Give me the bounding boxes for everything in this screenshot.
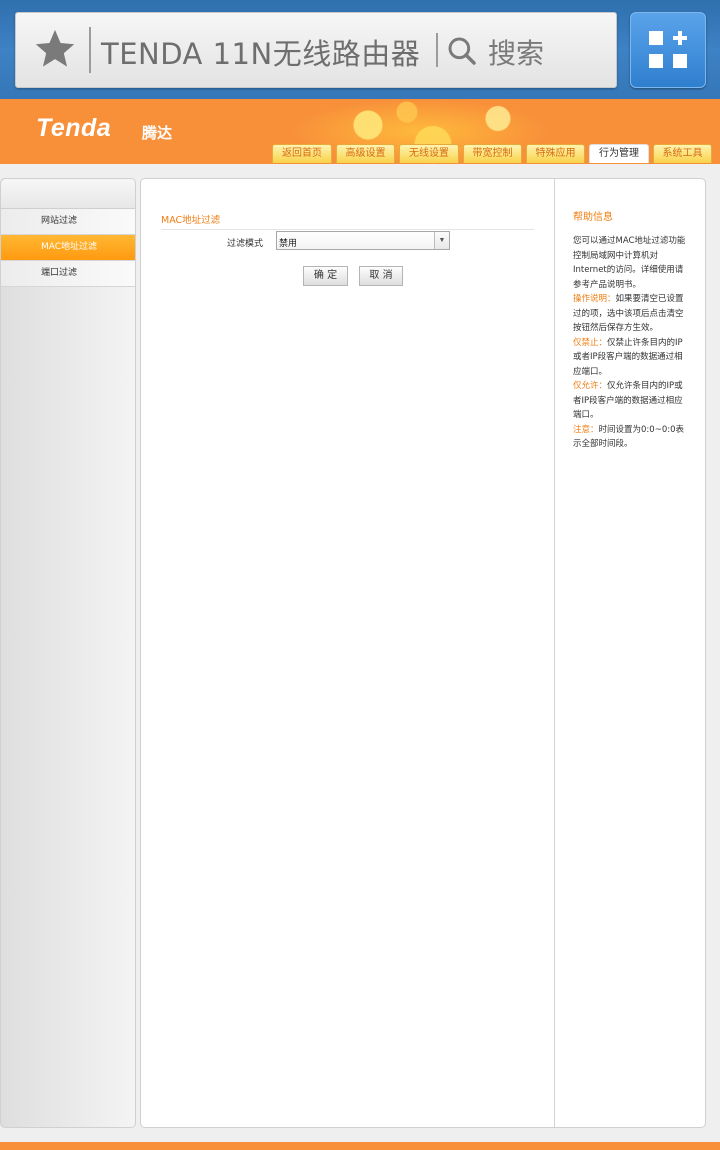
tenda-logo: Tenda xyxy=(36,114,112,142)
help-allow-keyword: 仅允许： xyxy=(573,381,608,391)
help-title: 帮助信息 xyxy=(573,212,613,223)
sidebar: 网站过滤 MAC地址过滤 端口过滤 xyxy=(0,178,136,1128)
plus-icon-vertical xyxy=(678,31,682,45)
filter-mode-label: 过滤模式 xyxy=(227,239,264,249)
help-op-keyword: 操作说明： xyxy=(573,294,616,304)
section-title: MAC地址过滤 xyxy=(161,215,221,226)
address-bar[interactable]: TENDA 11N无线路由器 搜索 xyxy=(15,12,617,88)
help-note: 注意：时间设置为0:0~0:0表示全部时间段。 xyxy=(573,423,691,452)
tab-system-tools[interactable]: 系统工具 xyxy=(653,144,712,163)
sidebar-item-url-filter[interactable]: 网站过滤 xyxy=(1,209,135,235)
search-divider xyxy=(436,33,438,67)
filter-mode-select[interactable]: 禁用 ▼ xyxy=(276,231,450,250)
help-op: 操作说明：如果要清空已设置过的项，选中该项后点击清空按钮然后保存方生效。 xyxy=(573,292,691,336)
tenda-logo-cn: 腾达 xyxy=(142,124,173,142)
url-text[interactable]: TENDA 11N无线路由器 xyxy=(101,31,420,73)
tab-behavior[interactable]: 行为管理 xyxy=(589,144,649,163)
help-allow: 仅允许：仅允许条目内的IP或者IP段客户端的数据通过相应端口。 xyxy=(573,379,691,423)
filter-mode-value: 禁用 xyxy=(279,239,298,249)
tab-home[interactable]: 返回首页 xyxy=(272,144,332,163)
sidebar-header xyxy=(1,179,135,209)
tab-special[interactable]: 特殊应用 xyxy=(526,144,585,163)
ok-button[interactable]: 确 定 xyxy=(303,266,348,286)
help-divider xyxy=(554,179,555,1127)
browser-toolbar: TENDA 11N无线路由器 搜索 xyxy=(0,0,720,99)
address-divider xyxy=(89,27,91,73)
help-deny: 仅禁止：仅禁止许条目内的IP或者IP段客户端的数据通过相应端口。 xyxy=(573,336,691,380)
help-note-keyword: 注意： xyxy=(573,424,599,435)
tab-bandwidth[interactable]: 带宽控制 xyxy=(463,144,522,163)
help-body: 您可以通过MAC地址过滤功能控制局域网中计算机对Internet的访问。详细使用… xyxy=(573,234,691,452)
main-panel: MAC地址过滤 过滤模式 禁用 ▼ 确 定 取 消 帮助信息 您可以通过MAC地… xyxy=(140,178,706,1128)
star-icon[interactable] xyxy=(32,26,78,72)
search-text[interactable]: 搜索 xyxy=(488,32,544,72)
search-icon[interactable] xyxy=(446,35,478,67)
tab-advanced[interactable]: 高级设置 xyxy=(336,144,395,163)
help-deny-keyword: 仅禁止： xyxy=(573,337,608,348)
apps-grid-icon-2 xyxy=(649,54,663,68)
footer-bar xyxy=(0,1142,720,1150)
section-divider xyxy=(161,229,534,230)
tab-wireless[interactable]: 无线设置 xyxy=(399,144,459,163)
sidebar-item-port-filter[interactable]: 端口过滤 xyxy=(1,261,135,287)
sidebar-item-mac-filter[interactable]: MAC地址过滤 xyxy=(1,235,135,261)
chevron-down-icon[interactable]: ▼ xyxy=(434,232,449,249)
apps-button[interactable] xyxy=(630,12,706,88)
help-intro: 您可以通过MAC地址过滤功能控制局域网中计算机对Internet的访问。详细使用… xyxy=(573,236,686,290)
apps-grid-icon-3 xyxy=(673,54,687,68)
cancel-button[interactable]: 取 消 xyxy=(359,266,403,286)
apps-grid-icon xyxy=(649,31,663,45)
